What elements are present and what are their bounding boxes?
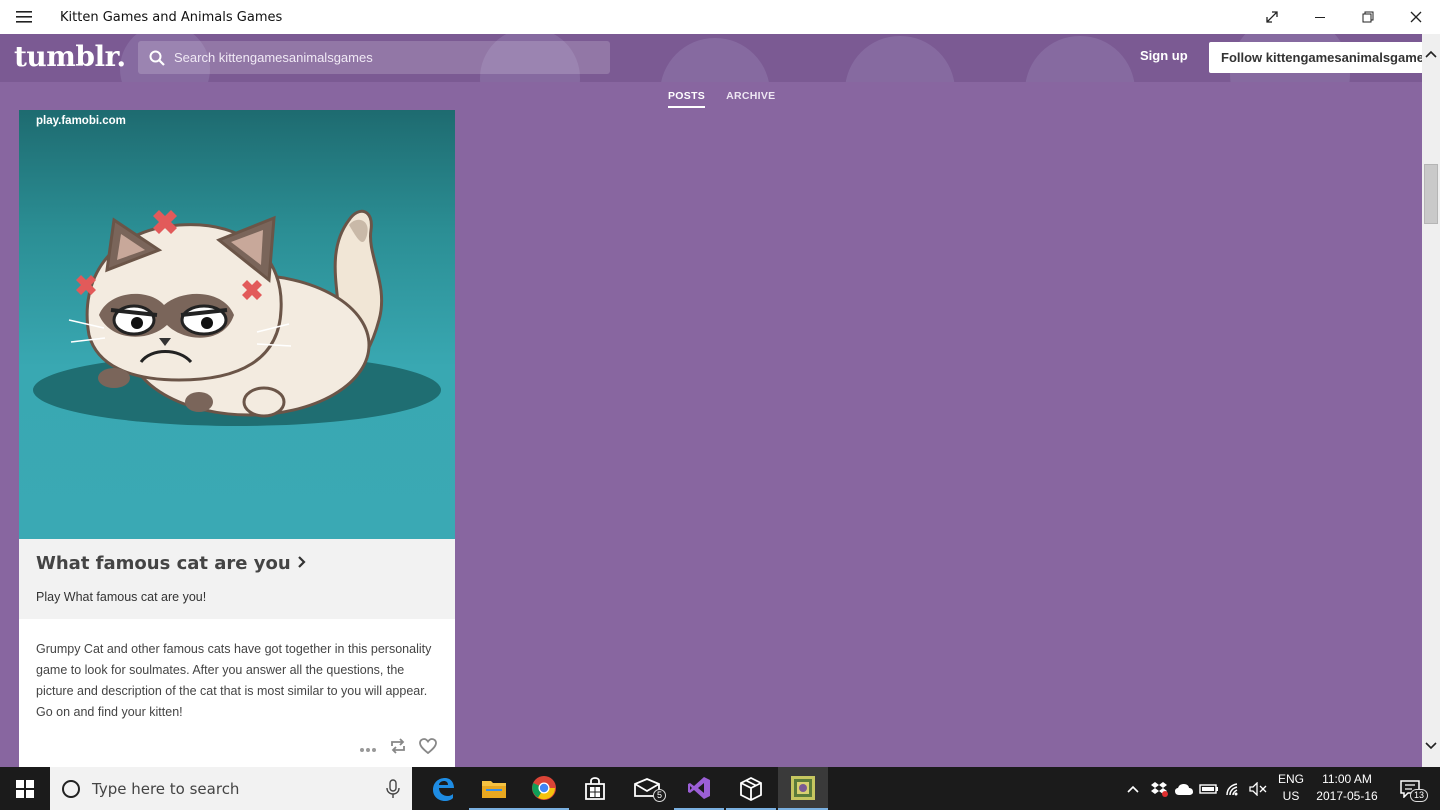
action-center-icon[interactable]: 13 xyxy=(1390,767,1430,810)
header-decoration xyxy=(845,36,955,82)
post-image[interactable]: play.famobi.com xyxy=(19,110,455,539)
header-decoration xyxy=(1025,36,1135,82)
taskbar: Type here to search 5 ENG US 11:00 AM 20… xyxy=(0,767,1440,810)
chrome-browser-icon[interactable] xyxy=(519,767,569,810)
taskbar-search-placeholder: Type here to search xyxy=(92,779,240,798)
scrollbar-thumb[interactable] xyxy=(1424,164,1438,224)
package-box-icon[interactable] xyxy=(726,767,776,810)
blog-header: tumblr. Sign up Follow kittengamesanimal… xyxy=(0,34,1422,82)
notification-badge: 13 xyxy=(1410,789,1429,802)
system-clock[interactable]: 11:00 AM 2017-05-16 xyxy=(1310,771,1384,805)
windows-start-icon[interactable] xyxy=(0,767,50,810)
input-language[interactable]: ENG US xyxy=(1272,771,1310,805)
post-source[interactable]: play.famobi.com xyxy=(36,115,126,127)
close-icon[interactable] xyxy=(1392,0,1440,34)
clock-date: 2017-05-16 xyxy=(1316,789,1378,803)
tumblr-logo[interactable]: tumblr. xyxy=(14,40,126,73)
show-hidden-icons-chevron-icon[interactable] xyxy=(1124,767,1142,810)
file-explorer-icon[interactable] xyxy=(469,767,519,810)
header-decoration xyxy=(660,38,770,82)
volume-muted-icon[interactable] xyxy=(1247,767,1269,810)
title-bar: Kitten Games and Animals Games xyxy=(0,0,1440,34)
post-card: play.famobi.com What famous cat are you … xyxy=(19,110,455,767)
edge-browser-icon[interactable] xyxy=(418,767,468,810)
tab-archive[interactable]: ARCHIVE xyxy=(726,90,775,108)
link-title-row[interactable]: What famous cat are you xyxy=(36,553,438,574)
post-body: Grumpy Cat and other famous cats have go… xyxy=(36,642,432,719)
battery-icon[interactable] xyxy=(1198,767,1220,810)
scroll-down-icon[interactable] xyxy=(1425,738,1437,753)
reblog-icon[interactable] xyxy=(389,738,407,759)
wifi-icon[interactable] xyxy=(1223,767,1245,810)
hamburger-menu-icon[interactable] xyxy=(0,0,48,34)
search-icon xyxy=(148,49,166,67)
link-title[interactable]: What famous cat are you xyxy=(36,553,291,574)
link-preview[interactable]: What famous cat are you Play What famous… xyxy=(19,539,455,619)
blog-nav-tabs: POSTS ARCHIVE xyxy=(668,90,775,108)
minimize-icon[interactable] xyxy=(1296,0,1344,34)
like-heart-icon[interactable] xyxy=(419,738,437,759)
scroll-up-icon[interactable] xyxy=(1425,46,1437,61)
tumblr-app-icon[interactable] xyxy=(778,767,828,810)
dropbox-icon[interactable] xyxy=(1148,767,1170,810)
microphone-icon[interactable] xyxy=(386,779,400,804)
tab-posts[interactable]: POSTS xyxy=(668,90,706,108)
link-description: Play What famous cat are you! xyxy=(36,590,207,604)
store-icon[interactable] xyxy=(570,767,620,810)
chevron-right-icon xyxy=(297,553,307,574)
mail-icon[interactable]: 5 xyxy=(622,767,672,810)
follow-button[interactable]: Follow kittengamesanimalsgames xyxy=(1209,42,1422,73)
post-actions xyxy=(359,738,437,759)
language-code: ENG xyxy=(1277,772,1304,786)
clock-time: 11:00 AM xyxy=(1322,772,1372,786)
sign-up-link[interactable]: Sign up xyxy=(1140,48,1188,63)
visual-studio-icon[interactable] xyxy=(674,767,724,810)
language-region: US xyxy=(1282,789,1300,803)
grumpy-cat-illustration xyxy=(33,209,441,426)
onedrive-cloud-icon[interactable] xyxy=(1173,767,1195,810)
taskbar-search-box[interactable]: Type here to search xyxy=(50,767,412,810)
window-title: Kitten Games and Animals Games xyxy=(60,9,283,25)
cortana-icon xyxy=(62,779,80,798)
more-options-icon[interactable] xyxy=(359,740,377,758)
vertical-scrollbar[interactable] xyxy=(1422,34,1440,767)
search-input[interactable] xyxy=(174,50,594,65)
restore-icon[interactable] xyxy=(1344,0,1392,34)
mail-badge: 5 xyxy=(653,789,667,802)
fullscreen-icon[interactable] xyxy=(1248,0,1296,34)
search-bar[interactable] xyxy=(138,41,610,74)
